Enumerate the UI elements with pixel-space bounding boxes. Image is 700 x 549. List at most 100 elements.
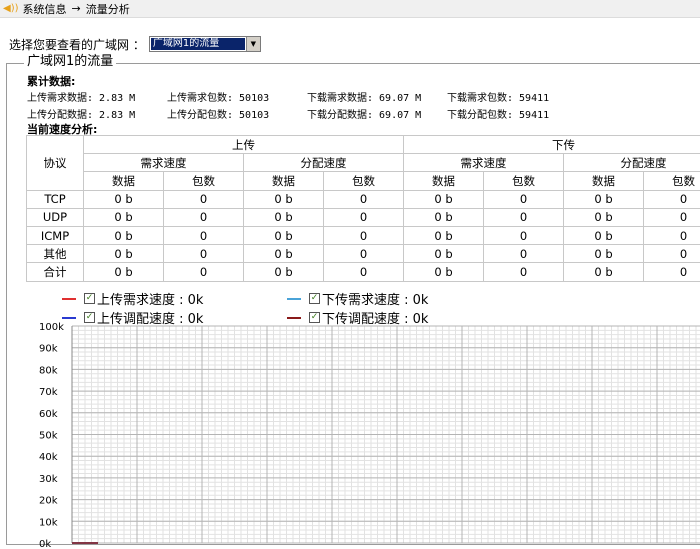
header-download-demand: 需求速度 xyxy=(403,153,564,173)
value-cell: 0 xyxy=(483,262,564,282)
y-tick-label: 20k xyxy=(39,496,58,507)
value-cell: 0 xyxy=(163,189,244,209)
value-cell: 0 b xyxy=(403,262,484,282)
value-cell: 0 xyxy=(643,244,700,264)
header-data: 数据 xyxy=(403,171,484,191)
legend-swatch xyxy=(287,297,301,300)
header-packets: 包数 xyxy=(323,171,404,191)
value-cell: 0 b xyxy=(563,189,644,209)
header-packets: 包数 xyxy=(643,171,700,191)
value-cell: 0 xyxy=(643,225,700,246)
value-cell: 0 b xyxy=(403,207,484,227)
table-row: UDP 0 b 0 0 b 0 0 b 0 0 b 0 xyxy=(26,207,700,227)
value-cell: 0 b xyxy=(243,225,324,246)
wan-selector-row: 选择您要查看的广域网 ： 广域网1的流量 ▼ xyxy=(9,35,261,53)
header-packets: 包数 xyxy=(483,171,564,191)
legend-checkbox[interactable]: ✓ xyxy=(84,293,95,304)
y-tick-label: 40k xyxy=(39,452,58,463)
header-upload-demand: 需求速度 xyxy=(83,153,244,173)
value-cell: 0 xyxy=(483,207,564,227)
value-cell: 0 b xyxy=(563,244,644,264)
value-cell: 0 b xyxy=(243,244,324,264)
protocol-cell: UDP xyxy=(26,207,84,227)
traffic-chart: 100k 90k 80k 70k 60k 50k 40k 30k 20k 10k 0k xyxy=(39,322,700,549)
legend-upload-demand: ✓ 上传需求速度 : 0k xyxy=(62,289,203,308)
wan-select[interactable]: 广域网1的流量 ▼ xyxy=(148,36,261,52)
value-cell: 0 b xyxy=(83,262,164,282)
value-cell: 0 xyxy=(643,207,700,227)
stat-value: 下载需求包数: 59411 xyxy=(447,93,550,104)
value-cell: 0 b xyxy=(563,225,644,246)
value-cell: 0 b xyxy=(243,207,324,227)
value-cell: 0 xyxy=(483,225,564,246)
value-cell: 0 xyxy=(323,225,404,246)
value-cell: 0 xyxy=(163,262,244,282)
chevron-down-icon[interactable]: ▼ xyxy=(245,37,260,51)
value-cell: 0 xyxy=(323,244,404,264)
stat-value: 下载分配数据: 69.07 M xyxy=(307,110,422,121)
header-download-alloc: 分配速度 xyxy=(563,153,700,173)
y-tick-label: 90k xyxy=(39,344,58,355)
legend-swatch xyxy=(62,297,76,300)
value-cell: 0 xyxy=(323,189,404,209)
legend-label: 下传需求速度 : 0k xyxy=(322,293,429,308)
header-packets: 包数 xyxy=(163,171,244,191)
value-cell: 0 xyxy=(643,189,700,209)
y-tick-label: 60k xyxy=(39,409,58,420)
value-cell: 0 xyxy=(483,244,564,264)
table-row: TCP 0 b 0 0 b 0 0 b 0 0 b 0 xyxy=(26,189,700,209)
legend-checkbox[interactable]: ✓ xyxy=(309,293,320,304)
stat-value: 上传需求数据: 2.83 M xyxy=(27,93,136,104)
value-cell: 0 b xyxy=(403,189,484,209)
wan-select-value[interactable]: 广域网1的流量 xyxy=(150,38,245,50)
wan-selector-label: 选择您要查看的广域网 ： xyxy=(9,37,145,52)
y-tick-label: 80k xyxy=(39,365,58,376)
value-cell: 0 b xyxy=(243,262,324,282)
protocol-cell: ICMP xyxy=(26,225,84,246)
y-tick-label: 30k xyxy=(39,474,58,485)
value-cell: 0 b xyxy=(83,207,164,227)
table-row: ICMP 0 b 0 0 b 0 0 b 0 0 b 0 xyxy=(26,225,700,246)
header-protocol: 协议 xyxy=(26,135,84,191)
y-tick-label: 70k xyxy=(39,387,58,398)
value-cell: 0 xyxy=(163,244,244,264)
protocol-cell: 合计 xyxy=(26,262,84,282)
y-tick-label: 100k xyxy=(39,322,64,333)
value-cell: 0 xyxy=(643,262,700,282)
protocol-cell: 其他 xyxy=(26,244,84,264)
value-cell: 0 xyxy=(163,225,244,246)
value-cell: 0 b xyxy=(83,225,164,246)
value-cell: 0 xyxy=(323,262,404,282)
protocol-cell: TCP xyxy=(26,189,84,209)
value-cell: 0 b xyxy=(83,244,164,264)
y-tick-label: 50k xyxy=(39,431,58,442)
speed-table: 协议 上传 下传 需求速度 分配速度 需求速度 分配速度 数据 包数 数据 包数… xyxy=(26,134,700,282)
breadcrumb-section[interactable]: 系统信息 xyxy=(23,1,67,17)
value-cell: 0 b xyxy=(563,207,644,227)
value-cell: 0 xyxy=(323,207,404,227)
stat-value: 上传需求包数: 50103 xyxy=(167,93,270,104)
header-data: 数据 xyxy=(563,171,644,191)
stat-value: 下载分配包数: 59411 xyxy=(447,110,550,121)
y-tick-label: 10k xyxy=(39,517,58,528)
legend-download-demand: ✓ 下传需求速度 : 0k xyxy=(287,289,428,308)
header-data: 数据 xyxy=(243,171,324,191)
value-cell: 0 b xyxy=(243,189,324,209)
value-cell: 0 b xyxy=(83,189,164,209)
breadcrumb-page: 流量分析 xyxy=(85,2,130,16)
stat-value: 上传分配包数: 50103 xyxy=(167,110,270,121)
stat-value: 上传分配数据: 2.83 M xyxy=(27,110,136,121)
breadcrumb-separator: → xyxy=(71,2,81,15)
value-cell: 0 b xyxy=(403,244,484,264)
breadcrumb: ◀)) 系统信息 → 流量分析 xyxy=(0,0,700,18)
y-tick-label: 0k xyxy=(39,539,51,549)
header-upload: 上传 xyxy=(83,134,404,155)
stat-value: 下载需求数据: 69.07 M xyxy=(307,93,422,104)
table-row: 其他 0 b 0 0 b 0 0 b 0 0 b 0 xyxy=(26,244,700,264)
value-cell: 0 xyxy=(163,207,244,227)
speaker-icon: ◀)) xyxy=(3,2,19,14)
group-title: 广域网1的流量 xyxy=(24,54,117,70)
legend-label: 上传需求速度 : 0k xyxy=(97,293,204,308)
header-data: 数据 xyxy=(83,171,164,191)
value-cell: 0 b xyxy=(403,225,484,246)
